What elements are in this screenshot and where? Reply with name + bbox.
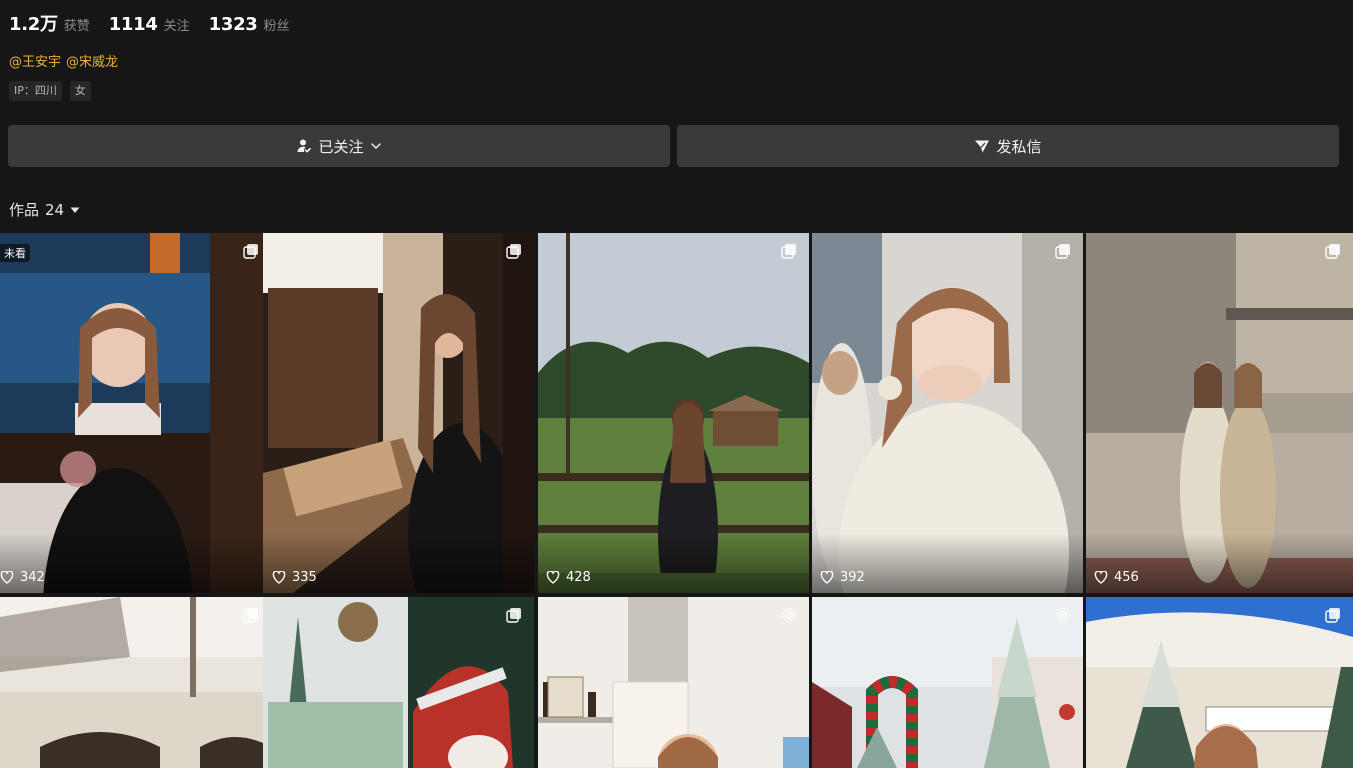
works-label: 作品 bbox=[9, 201, 40, 219]
followers-label: 粉丝 bbox=[263, 19, 290, 34]
following-label: 关注 bbox=[163, 19, 190, 34]
likes-label: 获赞 bbox=[63, 19, 90, 34]
works-tab[interactable]: 作品 24 bbox=[9, 199, 80, 220]
post-thumbnail bbox=[0, 597, 271, 768]
multi-image-icon bbox=[781, 243, 797, 259]
multi-image-icon bbox=[506, 243, 522, 259]
post-tile[interactable] bbox=[1086, 597, 1353, 768]
multi-image-icon bbox=[1055, 243, 1071, 259]
like-count: 392 bbox=[840, 570, 865, 585]
heart-icon bbox=[0, 571, 14, 584]
multi-image-icon bbox=[1325, 243, 1341, 259]
live-photo-icon bbox=[1055, 607, 1071, 623]
post-thumbnail bbox=[812, 597, 1083, 768]
ip-location-tag: IP：四川 bbox=[9, 81, 62, 101]
works-count: 24 bbox=[45, 200, 65, 219]
like-count: 456 bbox=[1114, 570, 1139, 585]
post-likes: 335 bbox=[272, 570, 317, 585]
multi-image-icon bbox=[506, 607, 522, 623]
live-photo-icon bbox=[781, 607, 797, 623]
heart-icon bbox=[546, 571, 560, 584]
heart-icon bbox=[272, 571, 286, 584]
post-likes: 456 bbox=[1094, 570, 1139, 585]
send-icon bbox=[974, 138, 990, 154]
heart-icon bbox=[1094, 571, 1108, 584]
bio-mentions: @王安宇 @宋威龙 bbox=[9, 51, 123, 70]
gender-tag: 女 bbox=[69, 81, 91, 101]
following-count: 1114 bbox=[108, 14, 158, 35]
post-likes: 428 bbox=[546, 570, 591, 585]
followers-count: 1323 bbox=[208, 14, 258, 35]
followers-stat[interactable]: 1323 粉丝 bbox=[209, 14, 290, 35]
likes-count: 1.2万 bbox=[9, 14, 58, 35]
mention-link[interactable]: @宋威龙 bbox=[66, 51, 118, 70]
chevron-down-icon bbox=[370, 140, 382, 152]
post-tile[interactable]: 335 bbox=[263, 233, 534, 593]
post-thumbnail bbox=[263, 597, 534, 768]
send-message-button[interactable]: 发私信 bbox=[677, 125, 1339, 167]
likes-stat[interactable]: 1.2万 获赞 bbox=[9, 10, 90, 36]
user-check-icon bbox=[296, 138, 312, 154]
post-tile[interactable]: 392 bbox=[812, 233, 1083, 593]
following-button[interactable]: 已关注 bbox=[8, 125, 670, 167]
multi-image-icon bbox=[1325, 607, 1341, 623]
post-tile[interactable]: 428 bbox=[538, 233, 809, 593]
post-tile[interactable] bbox=[812, 597, 1083, 768]
following-button-label: 已关注 bbox=[318, 137, 364, 156]
send-message-label: 发私信 bbox=[996, 137, 1042, 156]
posts-grid: 未看 342 335 428 392 456 bbox=[0, 233, 1353, 768]
profile-tags: IP：四川 女 bbox=[9, 81, 99, 101]
post-tile[interactable] bbox=[0, 597, 271, 768]
post-thumbnail bbox=[1086, 597, 1353, 768]
like-count: 342 bbox=[20, 570, 45, 585]
post-tile[interactable]: 456 bbox=[1086, 233, 1353, 593]
like-count: 428 bbox=[566, 570, 591, 585]
heart-icon bbox=[820, 571, 834, 584]
unseen-badge: 未看 bbox=[0, 244, 30, 262]
profile-stats: 1.2万 获赞 1114 关注 1323 粉丝 bbox=[9, 10, 309, 36]
post-tile[interactable]: 未看 342 bbox=[0, 233, 271, 593]
mention-link[interactable]: @王安宇 bbox=[9, 51, 61, 70]
post-likes: 392 bbox=[820, 570, 865, 585]
multi-image-icon bbox=[243, 243, 259, 259]
multi-image-icon bbox=[243, 607, 259, 623]
caret-down-icon bbox=[70, 205, 80, 215]
post-thumbnail bbox=[538, 597, 809, 768]
post-likes: 342 bbox=[0, 570, 45, 585]
post-tile[interactable] bbox=[538, 597, 809, 768]
following-stat[interactable]: 1114 关注 bbox=[109, 14, 190, 35]
profile-actions: 已关注 发私信 bbox=[8, 125, 1339, 167]
post-tile[interactable] bbox=[263, 597, 534, 768]
like-count: 335 bbox=[292, 570, 317, 585]
